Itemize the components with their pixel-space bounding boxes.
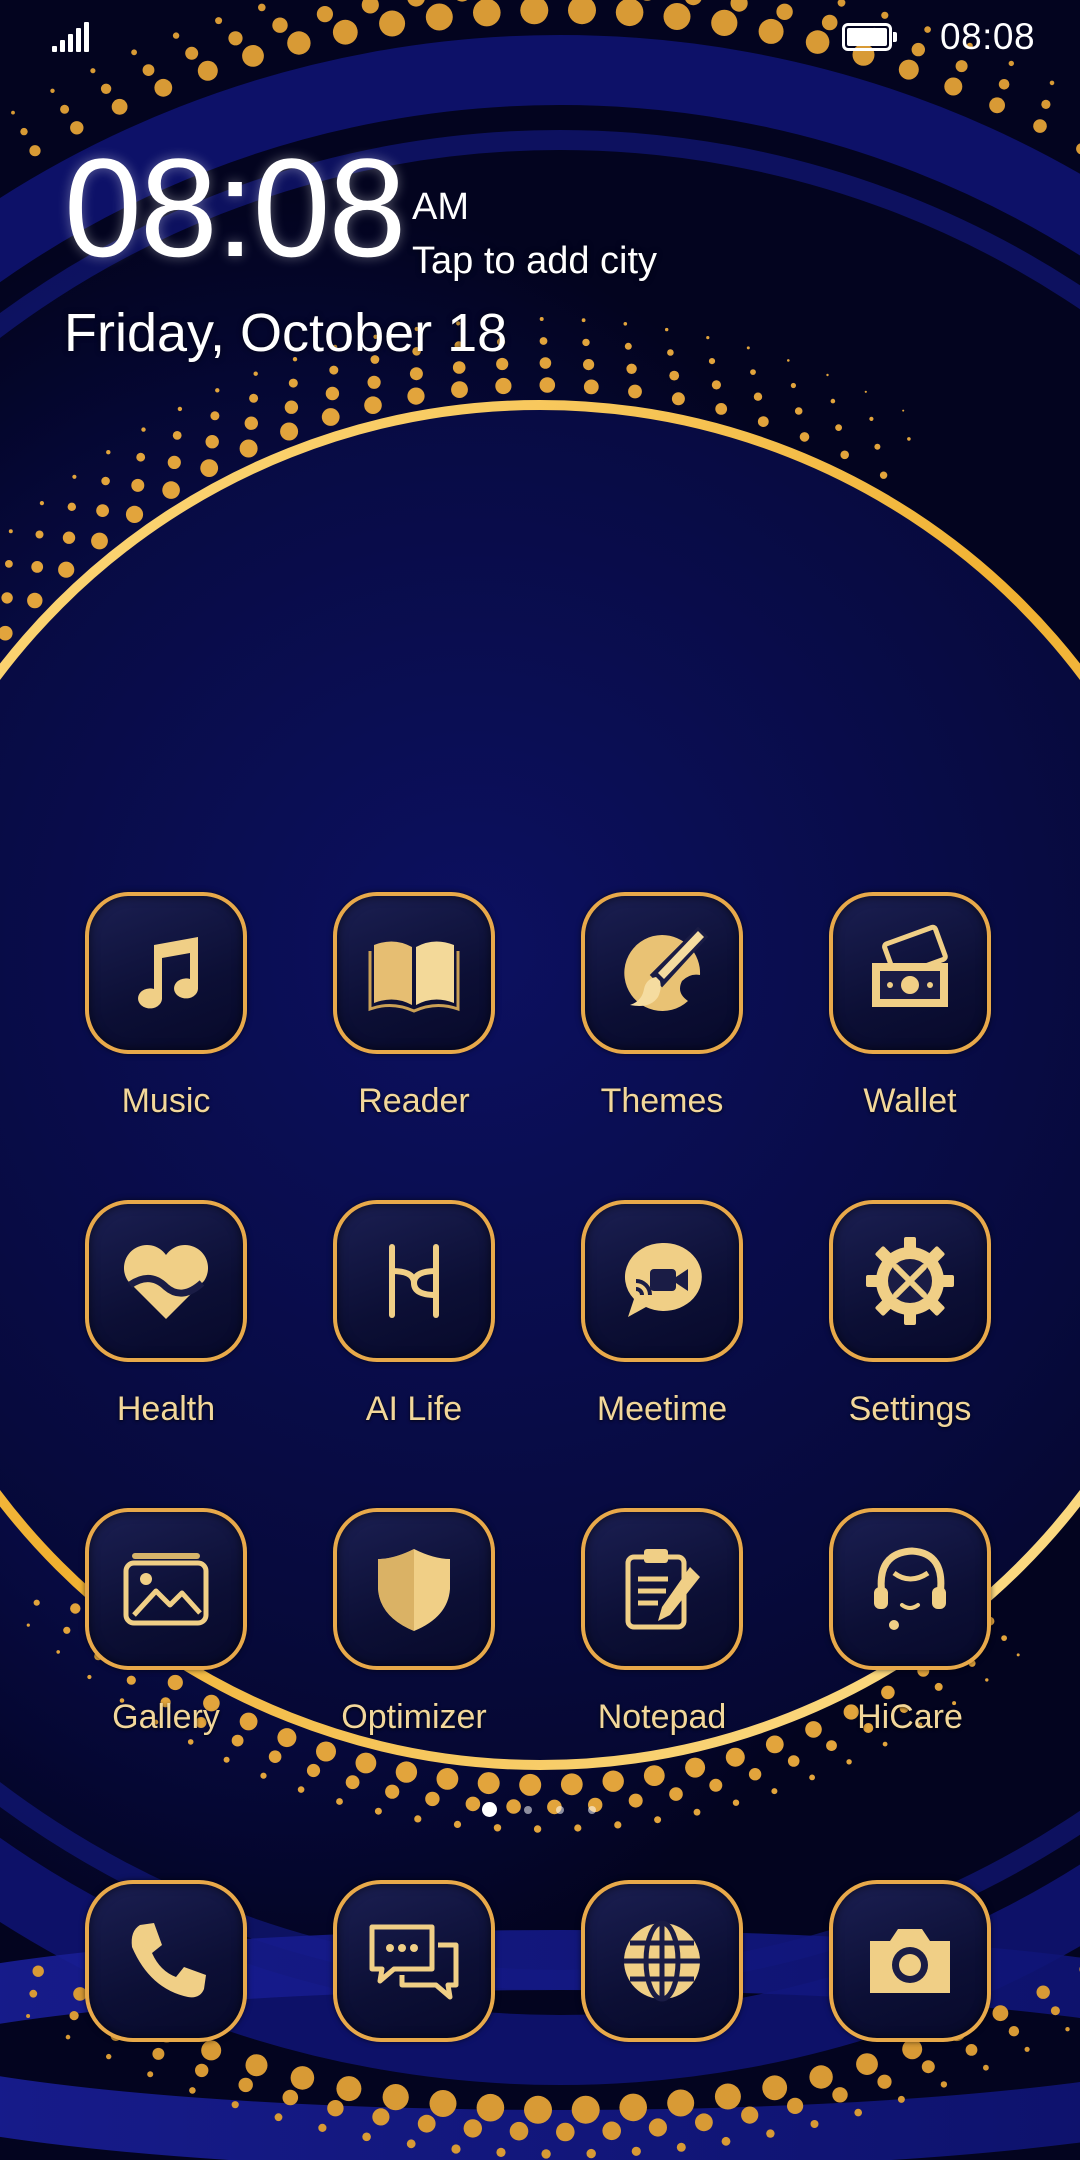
app-label: Notepad [597, 1698, 727, 1736]
app-ai-life[interactable]: AI Life [296, 1200, 516, 1460]
browser-app-tile[interactable] [581, 1880, 743, 2042]
app-label: Meetime [596, 1390, 728, 1428]
app-themes[interactable]: Themes [544, 892, 764, 1152]
app-health[interactable]: Health [48, 1200, 268, 1460]
battery-full-icon [842, 23, 898, 51]
app-label: Wallet [863, 1082, 957, 1120]
app-wallet[interactable]: Wallet [792, 892, 1012, 1152]
video-call-bubble-icon [624, 1242, 702, 1317]
music-app-tile[interactable] [85, 892, 247, 1054]
browser-globe-icon [624, 1920, 700, 2002]
messages-icon [369, 1924, 459, 2000]
app-music[interactable]: Music [48, 892, 268, 1152]
heart-icon [123, 1244, 209, 1319]
dock-phone[interactable] [48, 1880, 268, 2140]
app-label: Themes [600, 1082, 724, 1120]
app-gallery[interactable]: Gallery [48, 1508, 268, 1768]
headset-person-icon [874, 1547, 946, 1630]
music-note-icon [138, 937, 198, 1009]
themes-app-tile[interactable] [581, 892, 743, 1054]
settings-app-tile[interactable] [829, 1200, 991, 1362]
meetime-app-tile[interactable] [581, 1200, 743, 1362]
health-app-tile[interactable] [85, 1200, 247, 1362]
clock-date[interactable]: Friday, October 18 [64, 302, 507, 364]
wallet-app-tile[interactable] [829, 892, 991, 1054]
app-label: Gallery [112, 1698, 220, 1736]
status-bar: 08:08 [0, 0, 1080, 75]
dock-messages[interactable] [296, 1880, 516, 2140]
camera-app-tile[interactable] [829, 1880, 991, 2042]
phone-app-tile[interactable] [85, 1880, 247, 2042]
page-dot-active[interactable] [482, 1802, 497, 1817]
shield-icon [378, 1549, 450, 1631]
page-indicator[interactable] [482, 1802, 602, 1818]
ai-life-icon [389, 1244, 439, 1318]
ai-life-app-tile[interactable] [333, 1200, 495, 1362]
app-notepad[interactable]: Notepad [544, 1508, 764, 1768]
gear-tools-icon [866, 1237, 954, 1325]
app-label: Settings [848, 1390, 972, 1428]
home-screen: 08:08 08:08 AM Tap to add city Friday, O… [0, 0, 1080, 2160]
page-dot[interactable] [524, 1806, 532, 1814]
clock-time[interactable]: 08:08 [64, 138, 406, 278]
photo-stack-icon [123, 1553, 209, 1626]
clipboard-pencil-icon [625, 1549, 700, 1630]
status-time: 08:08 [940, 16, 1036, 57]
app-reader[interactable]: Reader [296, 892, 516, 1152]
optimizer-app-tile[interactable] [333, 1508, 495, 1670]
app-label: HiCare [857, 1698, 963, 1736]
app-label: AI Life [365, 1390, 463, 1428]
hicare-app-tile[interactable] [829, 1508, 991, 1670]
add-city-link[interactable]: Tap to add city [412, 240, 657, 283]
app-hicare[interactable]: HiCare [792, 1508, 1012, 1768]
app-label: Health [116, 1390, 216, 1428]
clock-ampm: AM [412, 186, 469, 228]
page-dot[interactable] [556, 1806, 564, 1814]
paintbrush-palette-icon [624, 926, 709, 1011]
reader-app-tile[interactable] [333, 892, 495, 1054]
dock-browser[interactable] [544, 1880, 764, 2140]
dock-camera[interactable] [792, 1880, 1012, 2140]
signal-bars-icon [52, 20, 92, 52]
open-book-icon [368, 941, 460, 1013]
app-meetime[interactable]: Meetime [544, 1200, 764, 1460]
app-label: Reader [358, 1082, 470, 1120]
app-label: Optimizer [341, 1698, 487, 1736]
messages-app-tile[interactable] [333, 1880, 495, 2042]
app-label: Music [121, 1082, 211, 1120]
phone-icon [131, 1923, 206, 1998]
wallet-cash-icon [872, 924, 948, 1007]
notepad-app-tile[interactable] [581, 1508, 743, 1670]
app-settings[interactable]: Settings [792, 1200, 1012, 1460]
gallery-app-tile[interactable] [85, 1508, 247, 1670]
page-dot[interactable] [588, 1806, 596, 1814]
app-optimizer[interactable]: Optimizer [296, 1508, 516, 1768]
camera-icon [870, 1929, 950, 1993]
